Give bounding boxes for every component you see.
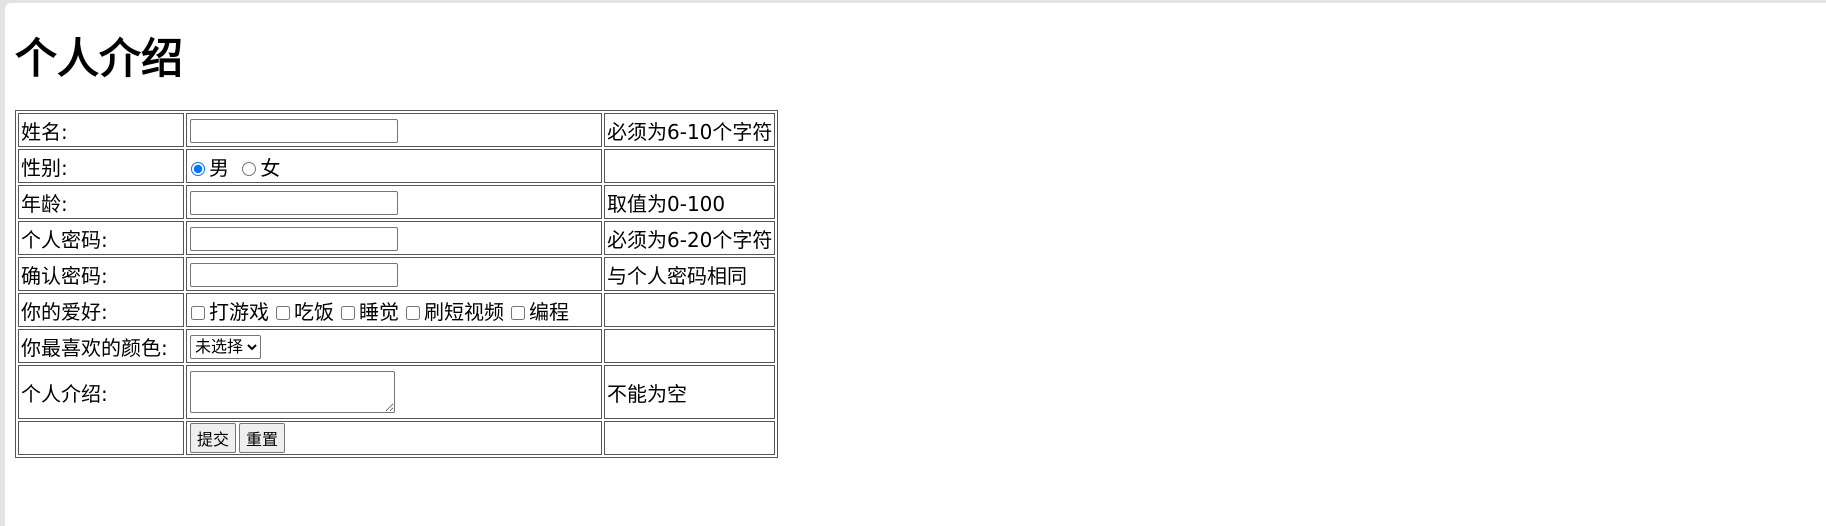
row-confirm-password: 确认密码: 与个人密码相同: [18, 257, 776, 291]
gender-label: 性别:: [18, 149, 184, 183]
actions-hint-cell: [604, 421, 776, 455]
introduction-cell: [186, 365, 602, 419]
hobby-short-videos-checkbox[interactable]: [406, 306, 420, 320]
hobby-programming-checkbox[interactable]: [511, 306, 525, 320]
introduction-textarea[interactable]: [190, 371, 395, 413]
confirm-password-label: 确认密码:: [18, 257, 184, 291]
gender-female-label: 女: [260, 155, 281, 180]
introduction-hint: 不能为空: [604, 365, 776, 419]
page: 个人介绍 姓名: 必须为6-10个字符 性别: 男 女 年龄: 取值为0-100…: [5, 3, 1826, 526]
hobby-option-eating[interactable]: 吃饭: [274, 296, 334, 325]
hobbies-cell: 打游戏 吃饭 睡觉 刷短视频 编程: [186, 293, 602, 327]
hobbies-label: 你的爱好:: [18, 293, 184, 327]
age-hint: 取值为0-100: [604, 185, 776, 219]
hobby-option-sleeping[interactable]: 睡觉: [339, 296, 399, 325]
age-label: 年龄:: [18, 185, 184, 219]
hobby-option-programming[interactable]: 编程: [509, 296, 569, 325]
age-input[interactable]: [190, 190, 398, 215]
hobby-option-gaming[interactable]: 打游戏: [189, 296, 269, 325]
name-input[interactable]: [190, 118, 398, 143]
gender-male-radio[interactable]: [191, 162, 205, 176]
row-gender: 性别: 男 女: [18, 149, 776, 183]
actions-cell: 提交 重置: [186, 421, 602, 455]
hobby-sleeping-label: 睡觉: [359, 299, 399, 324]
favorite-color-cell: 未选择: [186, 329, 602, 363]
reset-button[interactable]: 重置: [239, 423, 286, 453]
row-introduction: 个人介绍: 不能为空: [18, 365, 776, 419]
submit-button[interactable]: 提交: [190, 423, 237, 453]
favorite-color-select[interactable]: 未选择: [190, 334, 261, 359]
name-label: 姓名:: [18, 113, 184, 147]
gender-male-label: 男: [209, 155, 229, 180]
name-cell: [186, 113, 602, 147]
favorite-color-label: 你最喜欢的颜色:: [18, 329, 184, 363]
introduction-label: 个人介绍:: [18, 365, 184, 419]
password-cell: [186, 221, 602, 255]
favorite-color-hint: [604, 329, 776, 363]
row-age: 年龄: 取值为0-100: [18, 185, 776, 219]
hobby-programming-label: 编程: [529, 299, 569, 324]
password-hint: 必须为6-20个字符: [604, 221, 776, 255]
hobbies-hint: [604, 293, 776, 327]
hobby-sleeping-checkbox[interactable]: [341, 306, 355, 320]
gender-option-male[interactable]: 男: [189, 152, 229, 181]
name-hint: 必须为6-10个字符: [604, 113, 776, 147]
hobby-eating-label: 吃饭: [294, 299, 334, 324]
age-cell: [186, 185, 602, 219]
password-label: 个人密码:: [18, 221, 184, 255]
row-password: 个人密码: 必须为6-20个字符: [18, 221, 776, 255]
page-title: 个人介绍: [15, 34, 184, 83]
gender-hint: [604, 149, 776, 183]
gender-option-female[interactable]: 女: [240, 152, 280, 181]
gender-cell: 男 女: [186, 149, 602, 183]
row-hobbies: 你的爱好: 打游戏 吃饭 睡觉 刷短视频 编程: [18, 293, 776, 327]
row-favorite-color: 你最喜欢的颜色: 未选择: [18, 329, 776, 363]
hobby-eating-checkbox[interactable]: [276, 306, 290, 320]
confirm-password-hint: 与个人密码相同: [604, 257, 776, 291]
row-actions: 提交 重置: [18, 421, 776, 455]
gender-female-radio[interactable]: [242, 162, 257, 176]
hobby-option-short-videos[interactable]: 刷短视频: [404, 296, 504, 325]
hobby-short-videos-label: 刷短视频: [424, 299, 504, 324]
confirm-password-input[interactable]: [190, 262, 398, 287]
hobby-gaming-checkbox[interactable]: [191, 306, 205, 320]
confirm-password-cell: [186, 257, 602, 291]
hobby-gaming-label: 打游戏: [209, 299, 269, 324]
actions-empty-cell: [18, 421, 184, 455]
row-name: 姓名: 必须为6-10个字符: [18, 113, 776, 147]
password-input[interactable]: [190, 226, 398, 251]
profile-form-table: 姓名: 必须为6-10个字符 性别: 男 女 年龄: 取值为0-100 个人密码…: [15, 110, 779, 458]
